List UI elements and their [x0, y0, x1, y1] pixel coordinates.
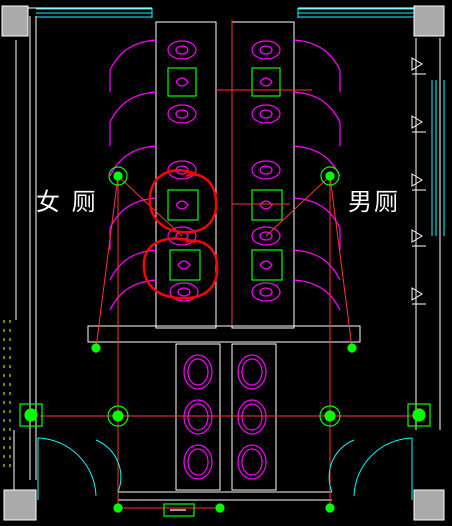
toilet-w3	[169, 249, 201, 302]
right-window	[431, 80, 445, 236]
structural-columns	[1, 5, 445, 521]
basin-l2	[183, 399, 213, 435]
switch-bottom-mid	[215, 503, 225, 513]
door-women-leaf-2	[95, 439, 122, 493]
column-top-right	[413, 5, 445, 37]
floor-plan-canvas	[1, 5, 445, 521]
light-left-wall	[19, 403, 43, 427]
washbasins	[183, 354, 267, 480]
top-window-left	[36, 8, 153, 18]
women-toilet-label: 女 厕	[36, 188, 98, 216]
basin-r1	[237, 354, 267, 390]
urinals	[411, 57, 426, 305]
urinal-5	[411, 287, 426, 305]
electrical-wiring	[40, 20, 420, 509]
basin-l3	[183, 444, 213, 480]
toilet-m3	[251, 249, 283, 302]
walls	[13, 7, 441, 501]
door-men-leaf-1	[353, 437, 413, 500]
basin-r3	[237, 444, 267, 480]
toilets-men	[251, 40, 283, 302]
door-women-leaf-1	[37, 437, 97, 500]
urinal-1	[411, 57, 426, 75]
switch-bottom-right	[325, 503, 335, 513]
counters	[87, 325, 361, 491]
urinal-3	[411, 173, 426, 191]
column-top-left	[1, 5, 29, 37]
switch-bottom-left	[113, 503, 123, 513]
urinal-4	[411, 229, 426, 247]
left-yellow-ticks	[3, 320, 11, 470]
toilet-m1	[251, 40, 281, 124]
toilet-m2	[251, 160, 283, 246]
basin-l1	[183, 354, 213, 390]
column-bottom-right	[413, 489, 445, 521]
urinal-2	[411, 115, 426, 133]
basin-r2	[237, 399, 267, 435]
door-men-leaf-2	[328, 439, 355, 493]
switch-men	[347, 343, 357, 353]
column-bottom-left	[3, 489, 37, 521]
doors	[37, 437, 413, 500]
switch-women	[91, 343, 101, 353]
top-window-right	[297, 8, 414, 18]
light-right-wall	[407, 403, 431, 427]
toilet-w1	[167, 40, 197, 124]
men-toilet-label: 男厕	[348, 188, 400, 216]
